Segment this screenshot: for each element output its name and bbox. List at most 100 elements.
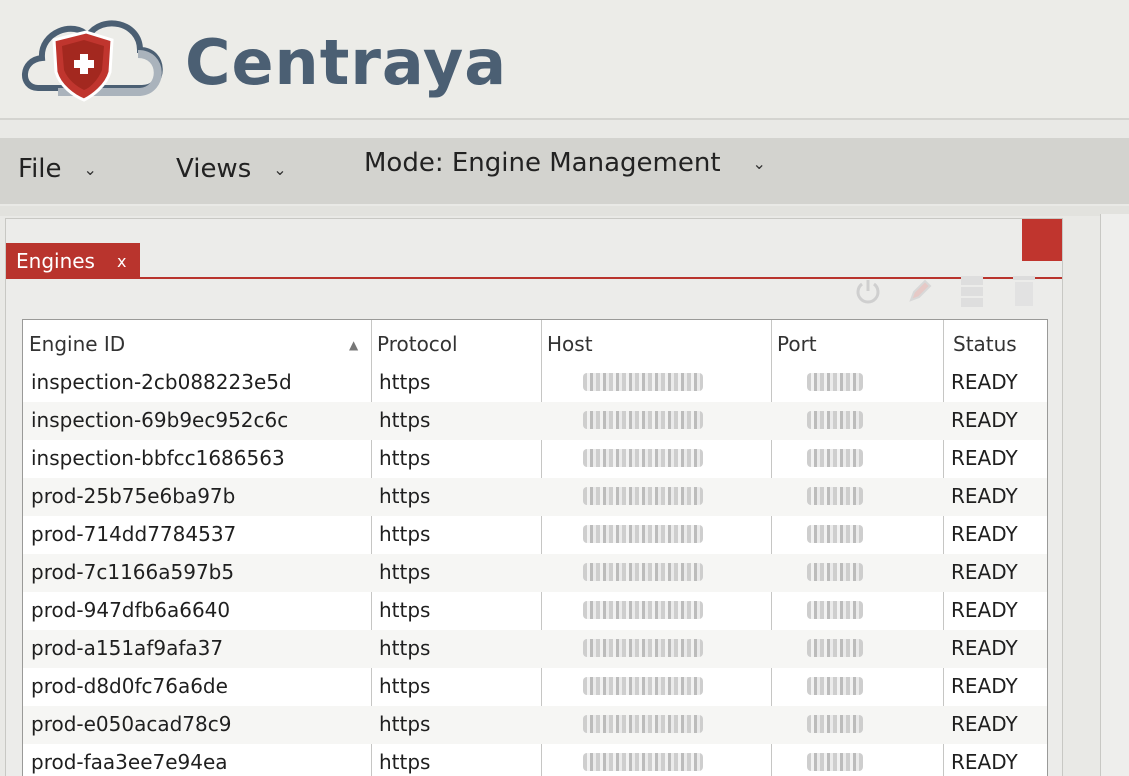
host-cell-redacted [583, 563, 703, 581]
host-cell-redacted [583, 715, 703, 733]
chevron-down-icon: ⌄ [752, 153, 766, 173]
port-cell-redacted [807, 373, 863, 391]
engines-panel: Engines x Engine ID ▲ Protocol Host Port [5, 218, 1063, 776]
table-row[interactable]: prod-e050acad78c9 https READY [23, 706, 1047, 744]
status-cell: READY [951, 598, 1018, 622]
engine-id-cell: inspection-69b9ec952c6c [31, 408, 289, 432]
status-cell: READY [951, 484, 1018, 508]
host-cell-redacted [583, 525, 703, 543]
engine-id-cell: prod-a151af9afa37 [31, 636, 224, 660]
edit-icon[interactable] [902, 274, 938, 308]
protocol-cell: https [379, 598, 431, 622]
status-cell: READY [951, 560, 1018, 584]
header-status[interactable]: Status [953, 332, 1017, 356]
status-cell: READY [951, 712, 1018, 736]
engine-id-cell: prod-25b75e6ba97b [31, 484, 236, 508]
menu-mode[interactable]: Mode: Engine Management ⌄ [364, 148, 766, 178]
host-cell-redacted [583, 601, 703, 619]
protocol-cell: https [379, 484, 431, 508]
sort-ascending-icon[interactable]: ▲ [349, 338, 358, 352]
menu-file-label: File [18, 154, 62, 184]
menu-bar: File ⌄ Views ⌄ Mode: Engine Management ⌄ [0, 138, 1129, 204]
engine-id-cell: inspection-2cb088223e5d [31, 370, 292, 394]
port-cell-redacted [807, 411, 863, 429]
status-cell: READY [951, 446, 1018, 470]
menu-file[interactable]: File ⌄ [18, 154, 97, 184]
engine-toolbar [850, 271, 1042, 311]
table-row[interactable]: prod-947dfb6a6640 https READY [23, 592, 1047, 630]
tab-engines[interactable]: Engines x [6, 243, 140, 279]
table-row[interactable]: prod-7c1166a597b5 https READY [23, 554, 1047, 592]
port-cell-redacted [807, 487, 863, 505]
host-cell-redacted [583, 487, 703, 505]
port-cell-redacted [807, 639, 863, 657]
menu-views-label: Views [176, 154, 252, 184]
engine-id-cell: prod-947dfb6a6640 [31, 598, 231, 622]
host-cell-redacted [583, 639, 703, 657]
table-body: inspection-2cb088223e5d https READY inspect… [23, 364, 1047, 776]
status-cell: READY [951, 674, 1018, 698]
brand-name: Centraya [185, 26, 508, 99]
side-pane [1100, 214, 1129, 776]
host-cell-redacted [583, 753, 703, 771]
port-cell-redacted [807, 715, 863, 733]
port-cell-redacted [807, 449, 863, 467]
engine-id-cell: prod-d8d0fc76a6de [31, 674, 228, 698]
status-cell: READY [951, 370, 1018, 394]
status-cell: READY [951, 522, 1018, 546]
header-port[interactable]: Port [777, 332, 817, 356]
table-row[interactable]: inspection-69b9ec952c6c https READY [23, 402, 1047, 440]
table-row[interactable]: prod-714dd7784537 https READY [23, 516, 1047, 554]
port-cell-redacted [807, 753, 863, 771]
chevron-down-icon: ⌄ [83, 159, 97, 179]
header-protocol[interactable]: Protocol [377, 332, 458, 356]
engine-id-cell: prod-7c1166a597b5 [31, 560, 235, 584]
table-row[interactable]: prod-faa3ee7e94ea https READY [23, 744, 1047, 776]
cloud-shield-logo-icon [22, 20, 163, 102]
header-host[interactable]: Host [547, 332, 593, 356]
table-header: Engine ID ▲ Protocol Host Port Status [23, 332, 1047, 362]
tab-strip: Engines x [6, 219, 1062, 279]
port-cell-redacted [807, 563, 863, 581]
table-row[interactable]: prod-a151af9afa37 https READY [23, 630, 1047, 668]
table-row[interactable]: inspection-2cb088223e5d https READY [23, 364, 1047, 402]
tab-engines-label: Engines [16, 249, 95, 273]
protocol-cell: https [379, 370, 431, 394]
app-header: Centraya [0, 0, 1129, 120]
protocol-cell: https [379, 712, 431, 736]
protocol-cell: https [379, 636, 431, 660]
status-cell: READY [951, 408, 1018, 432]
status-cell: READY [951, 750, 1018, 774]
table-row[interactable]: prod-d8d0fc76a6de https READY [23, 668, 1047, 706]
protocol-cell: https [379, 674, 431, 698]
status-cell: READY [951, 636, 1018, 660]
protocol-cell: https [379, 560, 431, 584]
header-engine-id[interactable]: Engine ID [29, 332, 125, 356]
table-row[interactable]: inspection-bbfcc1686563 https READY [23, 440, 1047, 478]
port-cell-redacted [807, 677, 863, 695]
engine-id-cell: prod-e050acad78c9 [31, 712, 232, 736]
host-cell-redacted [583, 449, 703, 467]
port-cell-redacted [807, 525, 863, 543]
protocol-cell: https [379, 750, 431, 774]
table-row[interactable]: prod-25b75e6ba97b https READY [23, 478, 1047, 516]
host-cell-redacted [583, 373, 703, 391]
protocol-cell: https [379, 522, 431, 546]
menu-mode-label: Mode: Engine Management [364, 148, 721, 178]
server-icon[interactable] [954, 274, 990, 308]
engine-id-cell: prod-714dd7784537 [31, 522, 237, 546]
host-cell-redacted [583, 411, 703, 429]
protocol-cell: https [379, 408, 431, 432]
engine-id-cell: inspection-bbfcc1686563 [31, 446, 285, 470]
engine-id-cell: prod-faa3ee7e94ea [31, 750, 228, 774]
menu-views[interactable]: Views ⌄ [176, 154, 287, 184]
panel-divider [0, 206, 1129, 216]
power-icon[interactable] [850, 274, 886, 308]
panel-corner-marker [1022, 219, 1062, 261]
host-cell-redacted [583, 677, 703, 695]
close-icon[interactable]: x [117, 252, 126, 271]
chevron-down-icon: ⌄ [273, 159, 287, 179]
protocol-cell: https [379, 446, 431, 470]
engines-table: Engine ID ▲ Protocol Host Port Status in… [22, 319, 1048, 776]
delete-icon[interactable] [1006, 274, 1042, 308]
